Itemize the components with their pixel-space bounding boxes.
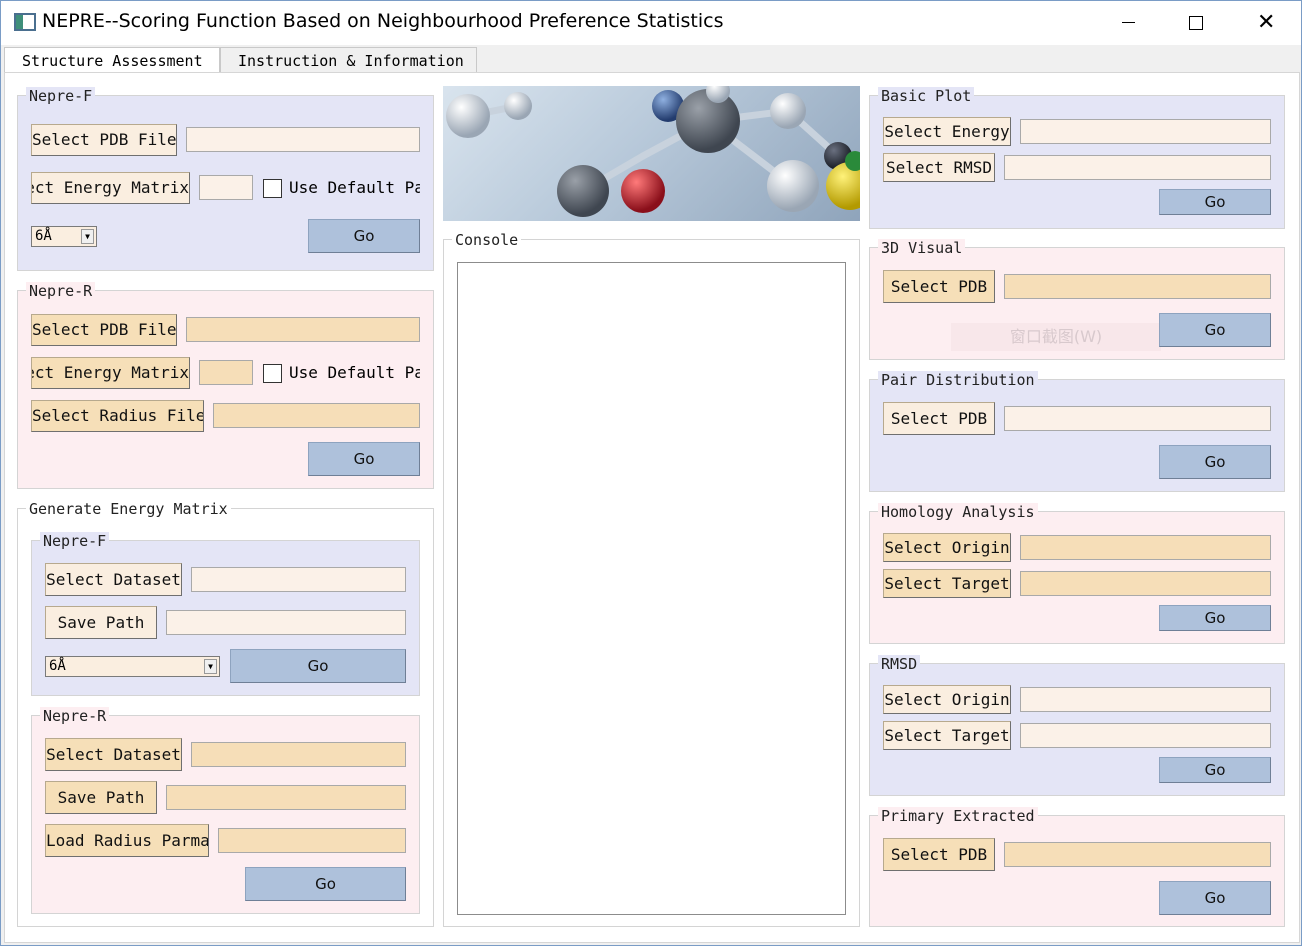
close-icon: ✕ [1257, 10, 1276, 35]
molecule-illustration [446, 86, 860, 217]
select-radius-file-button[interactable]: Select Radius File [31, 400, 204, 432]
group-title: Basic Plot [878, 87, 975, 105]
title-bar: NEPRE--Scoring Function Based on Neighbo… [1, 1, 1301, 45]
group-title: Nepre-F [26, 87, 96, 105]
chevron-down-icon: ▼ [81, 229, 94, 244]
use-default-checkbox[interactable] [263, 179, 282, 198]
origin-field[interactable] [1020, 535, 1271, 560]
select-energy-matrix-button[interactable]: Select Energy Matrix [31, 172, 190, 204]
use-default-label: Use Default Parameters [289, 363, 420, 382]
pdb-field[interactable] [1004, 406, 1271, 431]
select-energy-matrix-button[interactable]: Select Energy Matrix [31, 357, 190, 389]
group-title: Pair Distribution [878, 371, 1038, 389]
close-button[interactable]: ✕ [1244, 1, 1290, 45]
go-button[interactable]: Go [308, 442, 420, 476]
save-path-field[interactable] [166, 785, 406, 810]
target-field[interactable] [1020, 723, 1271, 748]
go-button[interactable]: Go [308, 219, 420, 253]
molecule-banner-image [443, 86, 860, 221]
go-button[interactable]: Go [1159, 881, 1271, 915]
group-title: RMSD [878, 655, 921, 673]
target-field[interactable] [1020, 571, 1271, 596]
radius-value: 6Å [35, 228, 52, 244]
chevron-down-icon: ▼ [204, 659, 217, 674]
radius-parma-field[interactable] [218, 828, 406, 853]
select-origin-button[interactable]: Select Origin [883, 533, 1011, 562]
rmsd-field[interactable] [1004, 155, 1271, 180]
energy-matrix-field[interactable] [199, 360, 253, 385]
dataset-field[interactable] [191, 567, 406, 592]
go-button[interactable]: Go [1159, 313, 1271, 347]
group-title: Console [452, 231, 522, 249]
go-button[interactable]: Go [1159, 189, 1271, 215]
app-icon [14, 13, 36, 31]
console-output[interactable] [457, 262, 846, 915]
go-button[interactable]: Go [1159, 445, 1271, 479]
group-title: Nepre-F [40, 532, 110, 550]
group-title: Generate Energy Matrix [26, 500, 231, 518]
select-pdb-file-button[interactable]: Select PDB File [31, 124, 177, 156]
save-path-button[interactable]: Save Path [45, 606, 157, 639]
radius-value: 6Å [49, 658, 66, 674]
tab-structure-assessment[interactable]: Structure Assessment [4, 47, 220, 74]
select-pdb-button[interactable]: Select PDB [883, 838, 995, 871]
pdb-field[interactable] [1004, 842, 1271, 867]
maximize-icon [1189, 16, 1203, 30]
minimize-button[interactable] [1105, 1, 1151, 45]
go-button[interactable]: Go [1159, 757, 1271, 783]
select-dataset-button[interactable]: Select Dataset [45, 738, 182, 771]
group-title: Nepre-R [40, 707, 110, 725]
group-title: Homology Analysis [878, 503, 1038, 521]
use-default-label: Use Default Parameters [289, 178, 420, 197]
go-button[interactable]: Go [230, 649, 406, 683]
app-window: NEPRE--Scoring Function Based on Neighbo… [0, 0, 1302, 946]
origin-field[interactable] [1020, 687, 1271, 712]
radius-select[interactable]: 6Å ▼ [45, 656, 220, 677]
energy-matrix-field[interactable] [199, 175, 253, 200]
go-button[interactable]: Go [245, 867, 406, 901]
load-radius-parma-button[interactable]: Load Radius Parma [45, 824, 209, 857]
select-pdb-button[interactable]: Select PDB [883, 402, 995, 435]
select-rmsd-button[interactable]: Select RMSD [883, 153, 995, 182]
save-path-field[interactable] [166, 610, 406, 635]
group-title: Primary Extracted [878, 807, 1038, 825]
tab-instruction-information[interactable]: Instruction & Information [220, 47, 477, 73]
select-pdb-file-button[interactable]: Select PDB File [31, 314, 177, 346]
screenshot-overlay-text: 窗口截图(W) [951, 323, 1161, 351]
group-title: Nepre-R [26, 282, 96, 300]
group-title: 3D Visual [878, 239, 966, 257]
select-target-button[interactable]: Select Target [883, 569, 1011, 598]
go-button[interactable]: Go [1159, 605, 1271, 631]
pdb-file-field[interactable] [186, 317, 420, 342]
pdb-file-field[interactable] [186, 127, 420, 152]
maximize-button[interactable] [1173, 1, 1219, 45]
minimize-icon [1122, 22, 1135, 23]
radius-select[interactable]: 6Å ▼ [31, 226, 97, 247]
use-default-checkbox[interactable] [263, 364, 282, 383]
select-dataset-button[interactable]: Select Dataset [45, 563, 182, 596]
save-path-button[interactable]: Save Path [45, 781, 157, 814]
select-pdb-button[interactable]: Select PDB [883, 270, 995, 303]
dataset-field[interactable] [191, 742, 406, 767]
select-energy-button[interactable]: Select Energy [883, 117, 1011, 146]
select-target-button[interactable]: Select Target [883, 721, 1011, 750]
window-title: NEPRE--Scoring Function Based on Neighbo… [42, 10, 724, 32]
radius-file-field[interactable] [213, 403, 420, 428]
pdb-field[interactable] [1004, 274, 1271, 299]
select-origin-button[interactable]: Select Origin [883, 685, 1011, 714]
energy-field[interactable] [1020, 119, 1271, 144]
